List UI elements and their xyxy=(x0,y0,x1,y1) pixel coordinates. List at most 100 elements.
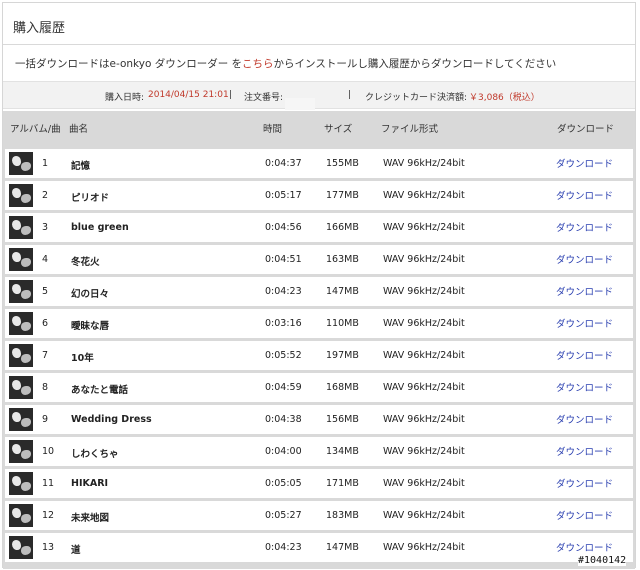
track-title: しわくちゃ xyxy=(71,449,119,460)
track-number: 8 xyxy=(42,382,49,393)
track-size: 171MB xyxy=(326,478,359,489)
track-size: 177MB xyxy=(326,190,359,201)
track-number: 1 xyxy=(42,158,49,169)
download-link[interactable]: ダウンロード xyxy=(556,444,613,458)
track-size: 197MB xyxy=(326,350,359,361)
track-title: 10年 xyxy=(71,353,94,364)
header-size: サイズ xyxy=(324,124,353,135)
track-format: WAV 96kHz/24bit xyxy=(383,158,465,169)
album-thumbnail xyxy=(9,216,33,239)
track-size: 110MB xyxy=(326,318,359,329)
track-number: 7 xyxy=(42,350,49,361)
track-title: 幻の日々 xyxy=(71,289,110,300)
separator: | xyxy=(229,90,233,100)
page-title: 購入履歴 xyxy=(13,21,66,36)
track-title: blue green xyxy=(71,222,129,233)
track-format: WAV 96kHz/24bit xyxy=(383,382,465,393)
header-format: ファイル形式 xyxy=(381,124,439,135)
track-format: WAV 96kHz/24bit xyxy=(383,222,465,233)
track-duration: 0:04:56 xyxy=(265,222,302,233)
order-summary: 購入日時: 2014/04/15 21:01 | 注文番号: 0415 | クレ… xyxy=(3,81,635,110)
table-row: 6 曖昧な唇 0:03:16 110MB WAV 96kHz/24bit ダウンロード xyxy=(5,309,633,338)
track-size: 155MB xyxy=(326,158,359,169)
table-header: アルバム/曲 曲名 時間 サイズ ファイル形式 ダウンロード xyxy=(3,111,635,145)
album-thumbnail xyxy=(9,248,33,271)
track-title: HIKARI xyxy=(71,478,109,489)
track-size: 163MB xyxy=(326,254,359,265)
header-download: ダウンロード xyxy=(557,124,615,135)
track-size: 183MB xyxy=(326,510,359,521)
track-format: WAV 96kHz/24bit xyxy=(383,414,465,425)
track-number: 11 xyxy=(42,478,55,489)
track-duration: 0:04:59 xyxy=(265,382,302,393)
track-title: 曖昧な唇 xyxy=(71,321,110,332)
track-number: 4 xyxy=(42,254,49,265)
track-format: WAV 96kHz/24bit xyxy=(383,510,465,521)
download-link[interactable]: ダウンロード xyxy=(556,508,613,522)
track-size: 166MB xyxy=(326,222,359,233)
track-number: 6 xyxy=(42,318,49,329)
installer-link[interactable]: こちら xyxy=(242,58,274,70)
table-row: 4 冬花火 0:04:51 163MB WAV 96kHz/24bit ダウンロード xyxy=(5,245,633,274)
track-duration: 0:04:37 xyxy=(265,158,302,169)
track-number: 5 xyxy=(42,286,49,297)
track-format: WAV 96kHz/24bit xyxy=(383,478,465,489)
track-format: WAV 96kHz/24bit xyxy=(383,318,465,329)
download-link[interactable]: ダウンロード xyxy=(556,476,613,490)
download-link[interactable]: ダウンロード xyxy=(556,220,613,234)
order-number-label: 注文番号: xyxy=(244,93,284,103)
purchase-date-label: 購入日時: xyxy=(105,93,145,103)
table-row: 1 記憶 0:04:37 155MB WAV 96kHz/24bit ダウンロード xyxy=(5,149,633,178)
table-row: 11 HIKARI 0:05:05 171MB WAV 96kHz/24bit ダウンロー… xyxy=(5,469,633,498)
track-duration: 0:05:17 xyxy=(265,190,302,201)
table-row: 3 blue green 0:04:56 166MB WAV 96kHz/24bit ダウ… xyxy=(5,213,633,242)
download-link[interactable]: ダウンロード xyxy=(556,284,613,298)
table-row: 8 あなたと電話 0:04:59 168MB WAV 96kHz/24bit ダウンロード xyxy=(5,373,633,402)
track-title: Wedding Dress xyxy=(71,414,152,425)
track-duration: 0:03:16 xyxy=(265,318,302,329)
track-format: WAV 96kHz/24bit xyxy=(383,446,465,457)
download-link[interactable]: ダウンロード xyxy=(556,412,613,426)
track-duration: 0:04:51 xyxy=(265,254,302,265)
separator: | xyxy=(348,90,352,100)
download-link[interactable]: ダウンロード xyxy=(556,380,613,394)
download-link[interactable]: ダウンロード xyxy=(556,188,613,202)
purchase-history-panel: 購入履歴 一括ダウンロードはe-onkyo ダウンローダー をこちらからインスト… xyxy=(2,2,636,569)
track-title: 未来地図 xyxy=(71,513,110,524)
album-thumbnail xyxy=(9,152,33,175)
track-duration: 0:04:23 xyxy=(265,286,302,297)
track-format: WAV 96kHz/24bit xyxy=(383,286,465,297)
track-number: 2 xyxy=(42,190,49,201)
title-bar: 購入履歴 xyxy=(3,3,635,45)
track-number: 9 xyxy=(42,414,49,425)
header-title: 曲名 xyxy=(69,124,89,135)
download-link[interactable]: ダウンロード xyxy=(556,156,613,170)
download-link[interactable]: ダウンロード xyxy=(556,540,613,554)
payment-total-label: クレジットカード決済額: xyxy=(365,93,468,103)
track-title: 記憶 xyxy=(71,161,91,172)
download-link[interactable]: ダウンロード xyxy=(556,316,613,330)
track-duration: 0:05:05 xyxy=(265,478,302,489)
table-row: 5 幻の日々 0:04:23 147MB WAV 96kHz/24bit ダウンロード xyxy=(5,277,633,306)
track-number: 13 xyxy=(42,542,55,553)
table-row: 2 ピリオド 0:05:17 177MB WAV 96kHz/24bit ダウンロード xyxy=(5,181,633,210)
album-thumbnail xyxy=(9,440,33,463)
track-format: WAV 96kHz/24bit xyxy=(383,190,465,201)
track-table: アルバム/曲 曲名 時間 サイズ ファイル形式 ダウンロード 1 記憶 0:04:3… xyxy=(3,111,635,569)
download-link[interactable]: ダウンロード xyxy=(556,252,613,266)
payment-total-value: ￥3,086（税込） xyxy=(469,93,540,103)
redaction-mask xyxy=(285,98,315,110)
download-link[interactable]: ダウンロード xyxy=(556,348,613,362)
header-time: 時間 xyxy=(263,124,283,135)
track-format: WAV 96kHz/24bit xyxy=(383,350,465,361)
track-title: ピリオド xyxy=(71,193,110,204)
track-number: 10 xyxy=(42,446,55,457)
track-number: 3 xyxy=(42,222,49,233)
header-album: アルバム/曲 xyxy=(10,124,61,135)
album-thumbnail xyxy=(9,536,33,559)
table-row: 13 道 0:04:23 147MB WAV 96kHz/24bit ダウンロード xyxy=(5,533,633,562)
track-format: WAV 96kHz/24bit xyxy=(383,254,465,265)
purchase-date-value: 2014/04/15 21:01 xyxy=(148,90,229,100)
track-size: 168MB xyxy=(326,382,359,393)
table-row: 10 しわくちゃ 0:04:00 134MB WAV 96kHz/24bit ダウンロード xyxy=(5,437,633,466)
